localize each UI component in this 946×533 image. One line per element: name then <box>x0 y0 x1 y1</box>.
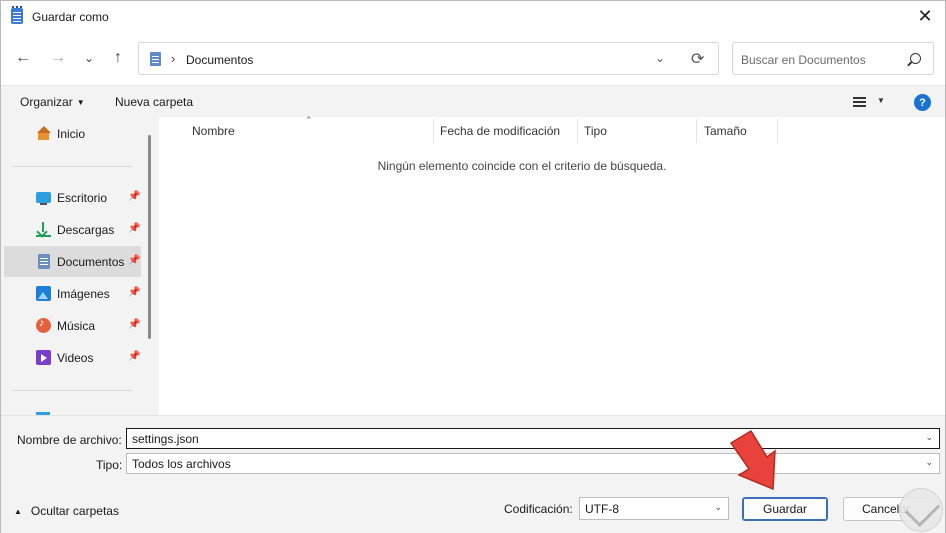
music-icon <box>36 317 51 333</box>
sidebar-item-label: Música <box>57 319 96 333</box>
documents-icon <box>38 254 50 269</box>
save-as-dialog: Guardar como ✕ ← → ⌄ ↑ › Documentos ⌄ ⟳ … <box>0 0 946 533</box>
notepad-icon <box>11 6 23 24</box>
sidebar-divider <box>13 166 133 167</box>
file-type-value: Todos los archivos <box>132 457 231 471</box>
save-options-panel: Nombre de archivo: settings.json ⌄ Tipo:… <box>1 415 945 533</box>
empty-state-message: Ningún elemento coincide con el criterio… <box>377 159 667 173</box>
sidebar-divider <box>13 390 133 391</box>
column-header-fecha[interactable]: Fecha de modificación <box>440 124 560 138</box>
sidebar-item-escritorio[interactable]: Escritorio 📌 <box>4 182 141 213</box>
encoding-label: Codificación: <box>504 502 573 516</box>
save-button[interactable]: Guardar <box>742 497 828 521</box>
organize-label: Organizar <box>20 95 73 109</box>
column-header-tamano[interactable]: Tamaño <box>704 124 747 138</box>
documents-icon <box>150 52 161 66</box>
caret-down-icon: ▼ <box>76 98 85 107</box>
sidebar-item-imagenes[interactable]: Imágenes 📌 <box>4 278 141 309</box>
recent-locations-chevron-icon[interactable]: ⌄ <box>79 48 99 68</box>
sidebar-item-label: Documentos <box>57 255 125 269</box>
filename-value[interactable]: settings.json <box>132 432 199 446</box>
pin-icon[interactable]: 📌 <box>128 255 140 266</box>
desktop-icon <box>36 192 51 205</box>
encoding-select[interactable]: UTF-8 ⌄ <box>579 497 729 520</box>
help-icon[interactable]: ? <box>914 94 931 111</box>
search-input[interactable]: Buscar en Documentos <box>732 42 934 75</box>
refresh-icon[interactable]: ⟳ <box>691 49 704 69</box>
view-options-icon[interactable] <box>853 97 866 107</box>
column-header-nombre[interactable]: Nombre <box>192 124 235 138</box>
forward-arrow-icon[interactable]: → <box>48 48 68 68</box>
home-icon <box>36 126 51 141</box>
search-icon[interactable] <box>910 53 921 64</box>
pin-icon[interactable]: 📌 <box>128 351 140 362</box>
back-arrow-icon[interactable]: ← <box>13 48 33 68</box>
column-divider[interactable] <box>696 119 697 143</box>
breadcrumb-chevron-icon[interactable]: › <box>171 51 175 66</box>
sidebar-item-label: Imágenes <box>57 287 110 301</box>
command-bar: Organizar ▼ Nueva carpeta ▼ ? <box>1 87 945 117</box>
sidebar-item-label: Inicio <box>57 127 86 141</box>
pin-icon[interactable]: 📌 <box>128 319 140 330</box>
pin-icon[interactable]: 📌 <box>128 191 140 202</box>
close-button[interactable]: ✕ <box>905 1 945 32</box>
pictures-icon <box>36 286 51 301</box>
caret-up-icon: ▲ <box>14 507 22 516</box>
address-dropdown-chevron-icon[interactable]: ⌄ <box>655 51 665 65</box>
type-label: Tipo: <box>96 458 123 472</box>
sidebar-item-descargas[interactable]: Descargas 📌 <box>4 214 141 245</box>
address-bar[interactable]: › Documentos ⌄ ⟳ <box>138 42 719 75</box>
column-header-tipo[interactable]: Tipo <box>584 124 607 138</box>
sidebar-item-musica[interactable]: Música 📌 <box>4 310 141 341</box>
file-type-chevron-icon[interactable]: ⌄ <box>925 457 933 468</box>
dialog-title: Guardar como <box>32 10 109 24</box>
sidebar-item-inicio[interactable]: Inicio <box>4 118 141 149</box>
navigation-bar: ← → ⌄ ↑ › Documentos ⌄ ⟳ Buscar en Docum… <box>1 32 945 86</box>
encoding-chevron-icon[interactable]: ⌄ <box>714 502 722 513</box>
sidebar-item-documentos[interactable]: Documentos 📌 <box>4 246 141 277</box>
red-arrow-annotation-icon <box>729 429 776 491</box>
encoding-value: UTF-8 <box>585 502 619 516</box>
search-placeholder: Buscar en Documentos <box>741 53 866 67</box>
column-divider[interactable] <box>433 119 434 143</box>
download-icon <box>36 222 51 237</box>
breadcrumb-documentos[interactable]: Documentos <box>186 53 253 67</box>
file-list[interactable]: Nombre ⌃ Fecha de modificación Tipo Tama… <box>159 115 945 415</box>
sidebar-item-label: Escritorio <box>57 191 108 205</box>
sidebar-item-label: Videos <box>57 351 94 365</box>
pin-icon[interactable]: 📌 <box>128 287 140 298</box>
title-bar: Guardar como ✕ <box>1 1 945 32</box>
filename-label: Nombre de archivo: <box>17 433 122 447</box>
sidebar-item-label: Descargas <box>57 223 115 237</box>
filename-dropdown-chevron-icon[interactable]: ⌄ <box>925 432 933 443</box>
column-divider[interactable] <box>577 119 578 143</box>
column-label: Nombre <box>192 124 235 138</box>
watermark-logo-icon <box>899 488 943 532</box>
sort-ascending-icon: ⌃ <box>305 115 313 125</box>
videos-icon <box>36 350 51 365</box>
file-type-select[interactable]: Todos los archivos ⌄ <box>126 453 940 474</box>
sidebar-item-videos[interactable]: Videos 📌 <box>4 342 141 373</box>
hide-folders-button[interactable]: ▲ Ocultar carpetas <box>14 504 119 518</box>
organize-menu-button[interactable]: Organizar ▼ <box>20 95 85 109</box>
up-arrow-icon[interactable]: ↑ <box>108 48 128 68</box>
filename-field[interactable]: settings.json ⌄ <box>126 428 940 449</box>
view-caret-down-icon[interactable]: ▼ <box>877 96 885 105</box>
pin-icon[interactable]: 📌 <box>128 223 140 234</box>
hide-folders-label: Ocultar carpetas <box>30 504 119 518</box>
new-folder-button[interactable]: Nueva carpeta <box>115 95 193 109</box>
column-divider[interactable] <box>777 119 778 143</box>
